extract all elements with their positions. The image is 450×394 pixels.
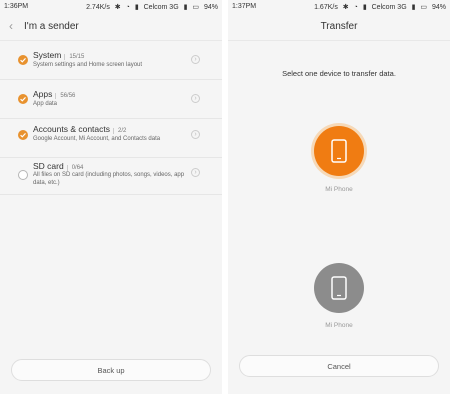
item-title-text: Accounts & contacts <box>33 124 111 134</box>
item-count: 15/15 <box>64 54 85 60</box>
device-label: Mi Phone <box>325 186 353 193</box>
instruction-text: Select one device to transfer data. <box>282 69 396 78</box>
signal-icon: ▮ <box>362 4 367 11</box>
item-subtitle: App data <box>33 101 58 107</box>
item-subtitle: All files on SD card (including photos, … <box>33 172 185 186</box>
status-bar: 1:37PM 1.67K/s ✱ ◔ ▮ Celcom 3G ▮ ▭ 94% <box>228 0 450 13</box>
status-time: 1:37PM <box>232 3 257 10</box>
battery-icon: ▭ <box>420 4 428 11</box>
item-title-text: Apps <box>33 89 53 99</box>
chevron-right-icon[interactable]: › <box>191 130 200 139</box>
status-bar: 1:36PM 2.74K/s ✱ ◔ ▮ Celcom 3G ▮ ▭ 94% <box>0 0 222 13</box>
network-speed: 2.74K/s <box>86 4 110 11</box>
phone-icon <box>331 139 347 163</box>
item-title: SD card 0/64 <box>33 161 84 171</box>
phone-icon <box>331 276 347 300</box>
device-button-inactive[interactable] <box>314 263 364 313</box>
item-title: Accounts & contacts 2/2 <box>33 124 127 134</box>
item-title: Apps 56/56 <box>33 89 76 99</box>
chevron-right-icon[interactable]: › <box>191 94 200 103</box>
list-item-sd-card[interactable]: SD card 0/64 All files on SD card (includ… <box>0 158 222 195</box>
chevron-right-icon[interactable]: › <box>191 55 200 64</box>
item-title-text: SD card <box>33 161 64 171</box>
device-label: Mi Phone <box>325 322 353 329</box>
sender-screen: 1:36PM 2.74K/s ✱ ◔ ▮ Celcom 3G ▮ ▭ 94% ‹… <box>0 0 222 394</box>
item-count: 56/56 <box>55 93 76 99</box>
device-button-active[interactable] <box>314 126 364 176</box>
item-subtitle: Google Account, Mi Account, and Contacts… <box>33 136 161 142</box>
check-icon[interactable] <box>18 130 28 140</box>
check-icon[interactable] <box>18 170 28 180</box>
network-speed: 1.67K/s <box>314 4 338 11</box>
battery-icon: ▭ <box>192 4 200 11</box>
battery-level: 94% <box>431 4 446 11</box>
page-title: I'm a sender <box>24 21 79 32</box>
page-title: Transfer <box>320 21 358 32</box>
cancel-button[interactable]: Cancel <box>239 355 439 377</box>
list-item-apps[interactable]: Apps 56/56 App data › <box>0 80 222 119</box>
item-title: System 15/15 <box>33 50 85 60</box>
back-arrow-icon[interactable]: ‹ <box>9 19 13 33</box>
list-item-accounts[interactable]: Accounts & contacts 2/2 Google Account, M… <box>0 119 222 158</box>
status-right: 2.74K/s ✱ ◔ ▮ Celcom 3G ▮ ▭ 94% <box>83 3 218 11</box>
status-right: 1.67K/s ✱ ◔ ▮ Celcom 3G ▮ ▭ 94% <box>311 3 446 11</box>
battery-level: 94% <box>203 4 218 11</box>
wifi-icon: ◔ <box>353 4 358 11</box>
item-subtitle: System settings and Home screen layout <box>33 62 143 68</box>
check-icon[interactable] <box>18 55 28 65</box>
item-title-text: System <box>33 50 62 60</box>
carrier-name: Celcom 3G <box>143 4 179 11</box>
carrier-name: Celcom 3G <box>371 4 407 11</box>
wifi-icon: ◔ <box>125 4 130 11</box>
status-time: 1:36PM <box>4 3 29 10</box>
bluetooth-icon: ✱ <box>114 4 121 11</box>
signal-icon: ▮ <box>411 4 416 11</box>
transfer-screen: 1:37PM 1.67K/s ✱ ◔ ▮ Celcom 3G ▮ ▭ 94% T… <box>228 0 450 394</box>
app-header: Transfer <box>228 13 450 41</box>
check-icon[interactable] <box>18 94 28 104</box>
signal-icon: ▮ <box>134 4 139 11</box>
signal-icon: ▮ <box>183 4 188 11</box>
chevron-right-icon[interactable]: › <box>191 168 200 177</box>
app-header: ‹ I'm a sender <box>0 13 222 41</box>
bluetooth-icon: ✱ <box>342 4 349 11</box>
back-up-button[interactable]: Back up <box>11 359 211 381</box>
item-count: 2/2 <box>113 128 127 134</box>
list-item-system[interactable]: System 15/15 System settings and Home scr… <box>0 41 222 80</box>
item-count: 0/64 <box>66 165 84 171</box>
